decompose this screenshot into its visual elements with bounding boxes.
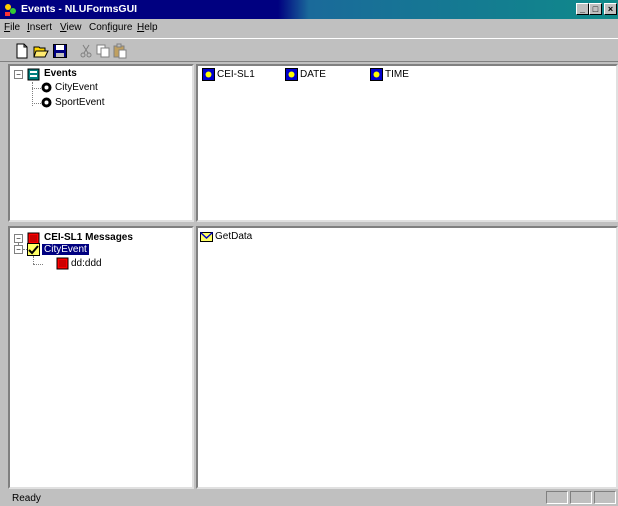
message-icon — [56, 257, 69, 270]
tree-item-label: SportEvent — [55, 97, 105, 108]
tree-item-selected-cityevent[interactable]: CityEvent — [42, 244, 89, 255]
fields-list-pane[interactable]: CEI-SL1 DATE TIME — [196, 64, 618, 222]
cut-icon[interactable] — [78, 43, 94, 59]
messages-root-label: CEI-SL1 Messages — [44, 232, 133, 243]
envelope-icon — [200, 231, 213, 242]
events-root-label: Events — [44, 68, 77, 79]
event-icon — [41, 82, 52, 93]
minimize-button[interactable]: _ — [576, 3, 589, 15]
toolbar — [0, 38, 618, 62]
field-item-time[interactable]: TIME — [370, 68, 440, 82]
open-icon[interactable] — [33, 43, 49, 59]
tree-item-ddddd[interactable]: dd:ddd — [56, 257, 126, 271]
copy-icon[interactable] — [95, 43, 111, 59]
app-icon — [5, 4, 16, 16]
events-folder-icon — [27, 68, 40, 81]
cityevent-collapse-button[interactable]: − — [14, 245, 23, 254]
field-item-cei-sl1[interactable]: CEI-SL1 — [202, 68, 272, 82]
close-button[interactable]: × — [604, 3, 617, 15]
menu-bar: File Insert View Configure Help — [0, 19, 618, 37]
paste-icon[interactable] — [112, 43, 128, 59]
tree-item-cityevent[interactable]: CityEvent — [40, 81, 120, 95]
tree-item-label: dd:ddd — [71, 258, 102, 269]
menu-insert[interactable]: Insert — [27, 22, 52, 33]
title-bar[interactable]: Events - NLUFormsGUI _ □ × — [0, 0, 618, 19]
menu-file[interactable]: File — [4, 22, 20, 33]
status-panel-3 — [594, 491, 616, 504]
menu-view[interactable]: View — [60, 22, 82, 33]
event-icon — [41, 97, 52, 108]
restore-button[interactable]: □ — [589, 3, 602, 15]
messages-list-pane[interactable]: GetData — [196, 226, 618, 489]
field-label: TIME — [385, 69, 409, 80]
new-icon[interactable] — [14, 43, 30, 59]
field-label: DATE — [300, 69, 326, 80]
message-item-getdata[interactable]: GetData — [200, 230, 270, 244]
field-icon — [285, 68, 298, 81]
status-panel-2 — [570, 491, 592, 504]
menu-help[interactable]: Help — [137, 22, 158, 33]
field-icon — [370, 68, 383, 81]
field-icon — [202, 68, 215, 81]
status-panel-1 — [546, 491, 568, 504]
messages-collapse-button[interactable]: − — [14, 234, 23, 243]
save-icon[interactable] — [52, 43, 68, 59]
status-bar: Ready — [0, 489, 618, 506]
tree-item-label: CityEvent — [55, 82, 98, 93]
menu-configure[interactable]: Configure — [89, 22, 132, 33]
field-item-date[interactable]: DATE — [285, 68, 355, 82]
message-label: GetData — [215, 231, 253, 242]
tree-item-sportevent[interactable]: SportEvent — [40, 96, 120, 110]
window-title: Events - NLUFormsGUI — [21, 3, 138, 15]
field-label: CEI-SL1 — [217, 69, 255, 80]
status-text: Ready — [12, 493, 41, 504]
messages-tree-pane[interactable]: − CEI-SL1 Messages − CityEvent dd:ddd — [8, 226, 194, 489]
checked-event-icon — [27, 243, 40, 256]
events-collapse-button[interactable]: − — [14, 70, 23, 79]
events-tree-pane[interactable]: − Events CityEvent SportEvent — [8, 64, 194, 222]
